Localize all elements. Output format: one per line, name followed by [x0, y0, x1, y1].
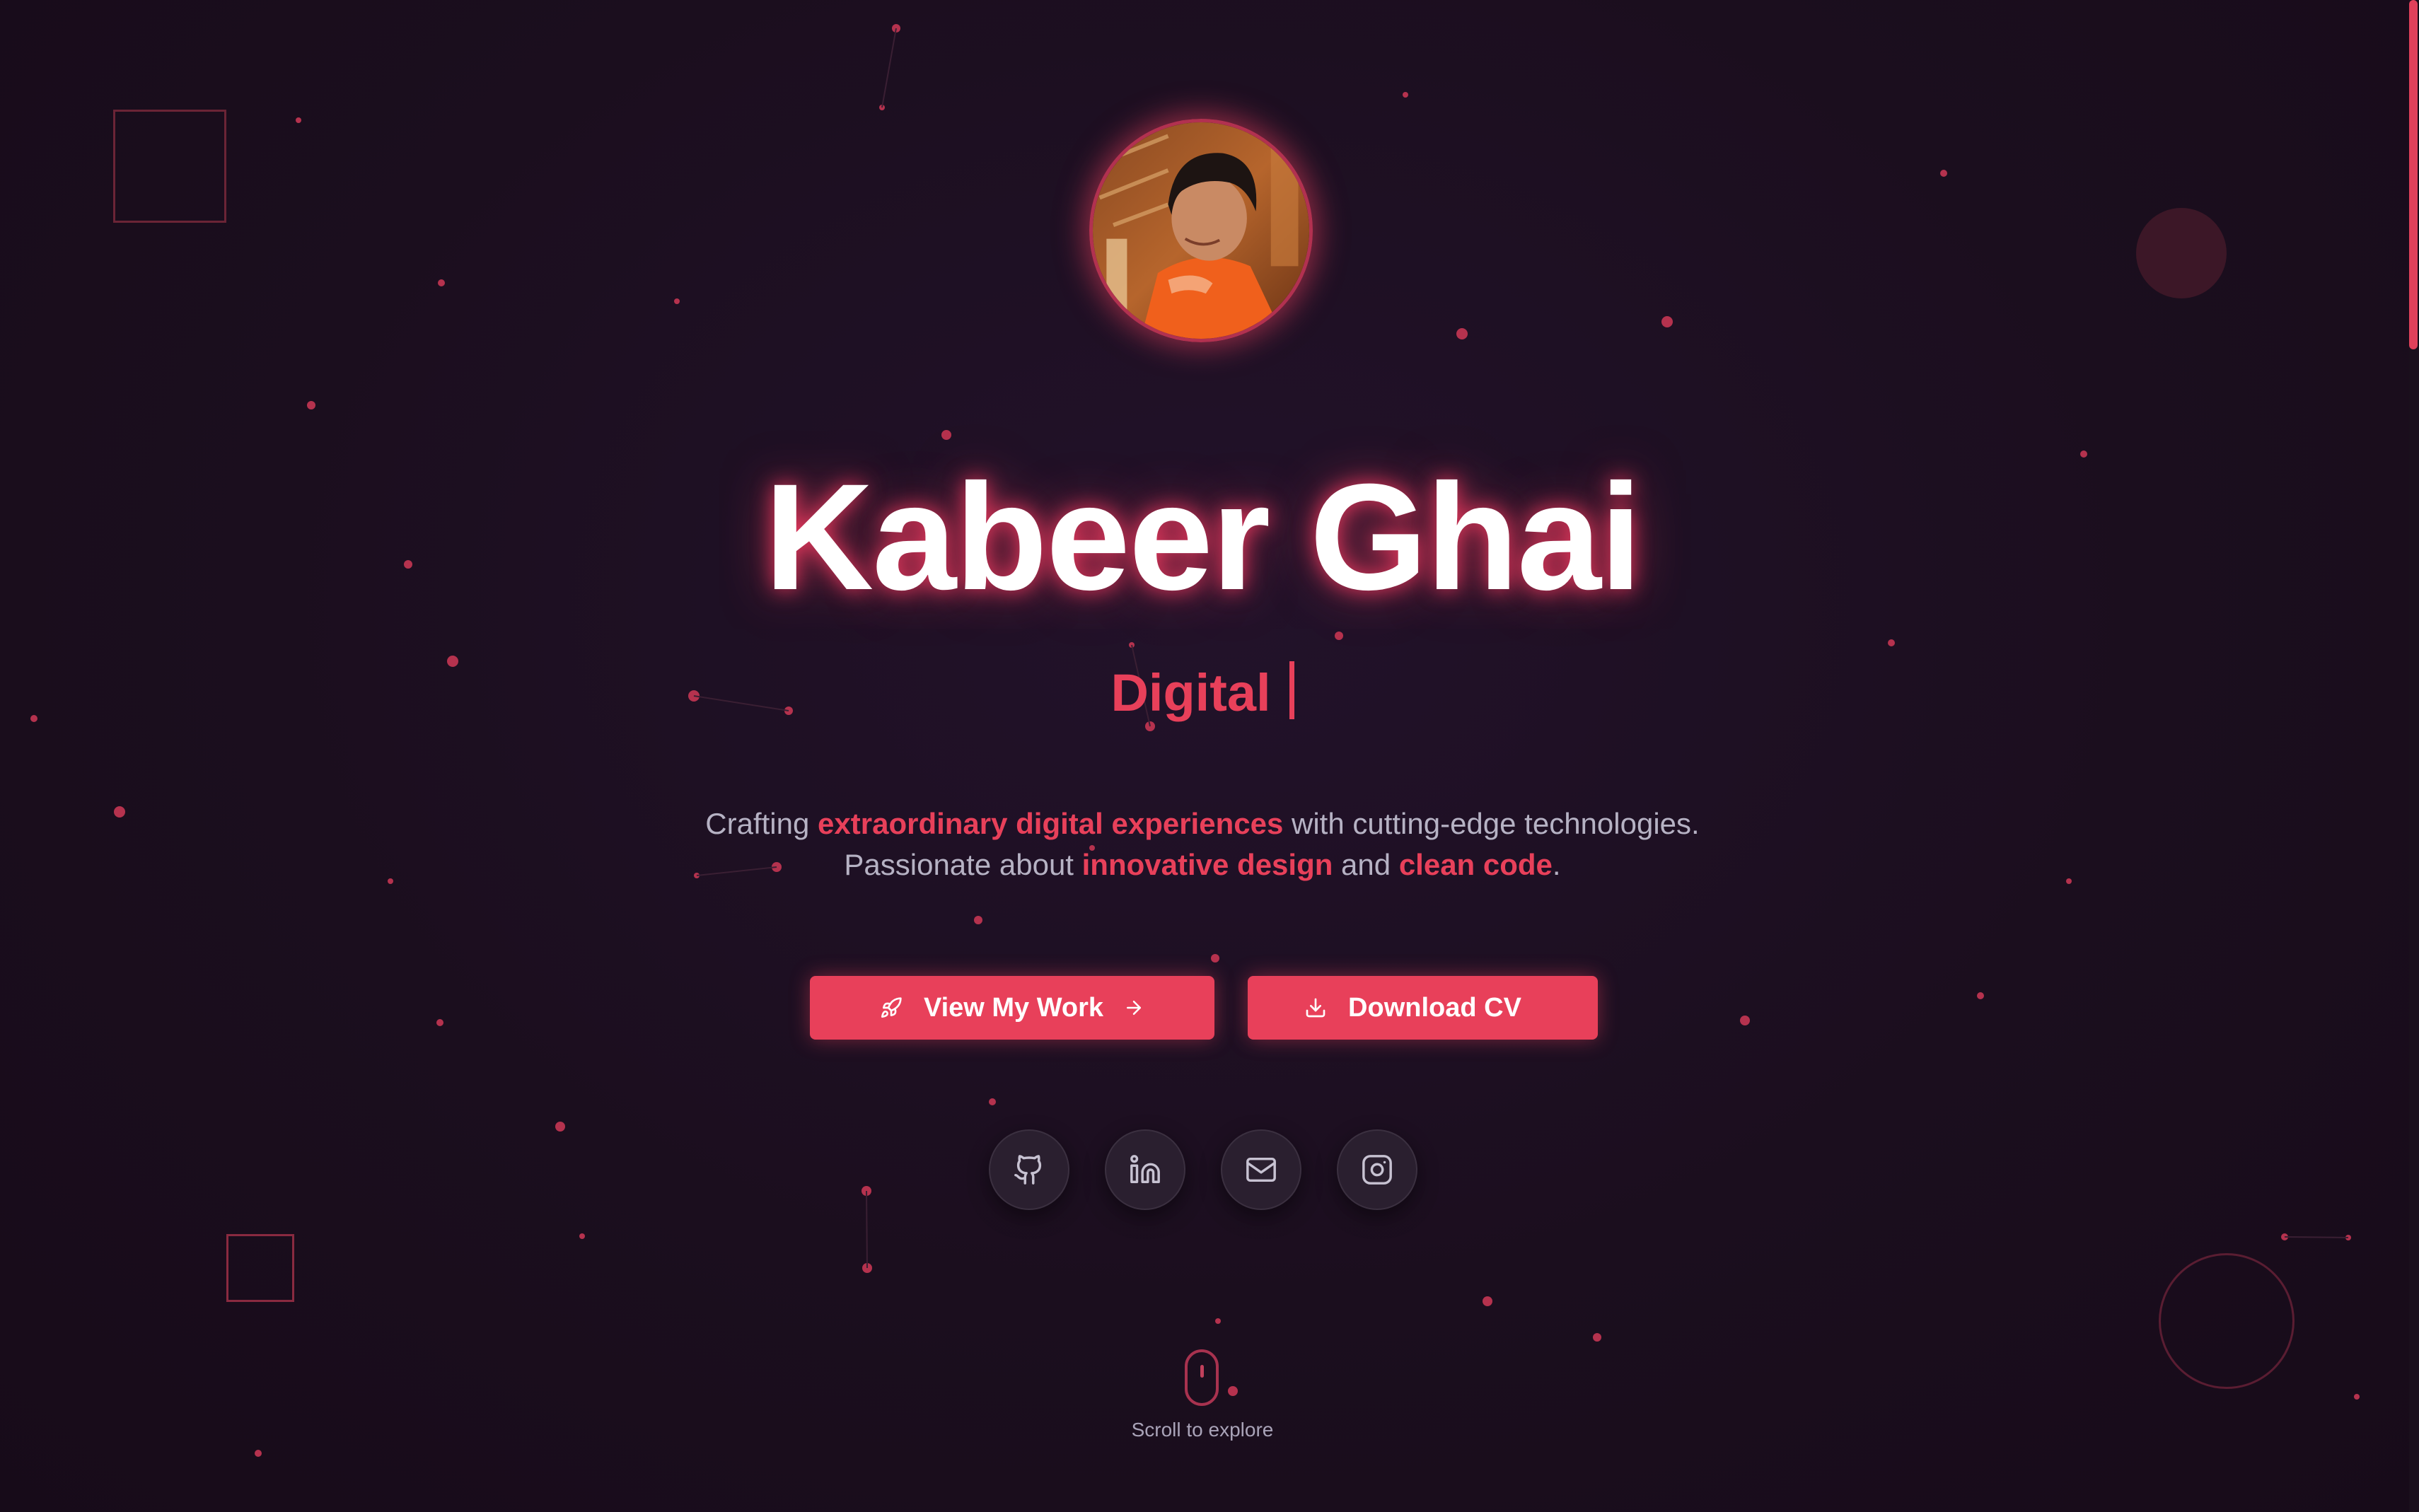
- download-cv-button[interactable]: Download CV: [1248, 976, 1598, 1040]
- tagline-text: and: [1333, 848, 1399, 881]
- rocket-icon: [881, 997, 902, 1018]
- tagline-text: with cutting-edge technologies.: [1283, 807, 1700, 840]
- decor-circle-top-right: [2136, 208, 2227, 298]
- tagline-line-1: Crafting extraordinary digital experienc…: [0, 803, 2405, 844]
- view-my-work-label: View My Work: [923, 992, 1104, 1023]
- instagram-icon: [1362, 1155, 1392, 1185]
- tagline-text: Passionate about: [844, 848, 1082, 881]
- scroll-wheel-dot: [1200, 1365, 1204, 1378]
- tagline-highlight: innovative design: [1081, 848, 1333, 881]
- linkedin-icon: [1130, 1155, 1160, 1183]
- github-icon: [1014, 1155, 1042, 1185]
- typed-role-text: Digital: [1110, 663, 1271, 722]
- linkedin-link[interactable]: [1105, 1129, 1185, 1210]
- tagline: Crafting extraordinary digital experienc…: [0, 803, 2405, 885]
- scrollbar-thumb[interactable]: [2409, 0, 2418, 349]
- mail-icon: [1246, 1157, 1276, 1182]
- scroll-hint: Scroll to explore: [1131, 1419, 1274, 1441]
- hero-page: Kabeer Ghai Digital Crafting extraordina…: [0, 0, 2419, 1512]
- tagline-highlight: extraordinary digital experiences: [818, 807, 1284, 840]
- scrollbar-track[interactable]: [2409, 0, 2419, 1512]
- typed-role: Digital: [0, 658, 2405, 728]
- download-icon: [1306, 998, 1325, 1018]
- avatar: [1089, 119, 1313, 342]
- download-cv-label: Download CV: [1348, 992, 1521, 1023]
- typing-cursor: [1289, 661, 1294, 719]
- tagline-highlight: clean code: [1398, 848, 1553, 881]
- decor-square-top-left: [113, 110, 226, 223]
- tagline-line-2: Passionate about innovative design and c…: [0, 844, 2405, 885]
- view-my-work-button[interactable]: View My Work: [810, 976, 1214, 1040]
- decor-ring-bottom-right: [2159, 1253, 2295, 1389]
- tagline-text: .: [1552, 848, 1561, 881]
- hero-name: Kabeer Ghai: [764, 453, 1642, 622]
- instagram-link[interactable]: [1337, 1129, 1417, 1210]
- mouse-scroll-icon: [1185, 1349, 1219, 1406]
- decor-square-bottom-left: [226, 1234, 294, 1302]
- tagline-text: Crafting: [705, 807, 818, 840]
- avatar-photo: [1093, 122, 1309, 339]
- email-link[interactable]: [1221, 1129, 1301, 1210]
- github-link[interactable]: [989, 1129, 1069, 1210]
- arrow-right-icon: [1127, 1001, 1142, 1015]
